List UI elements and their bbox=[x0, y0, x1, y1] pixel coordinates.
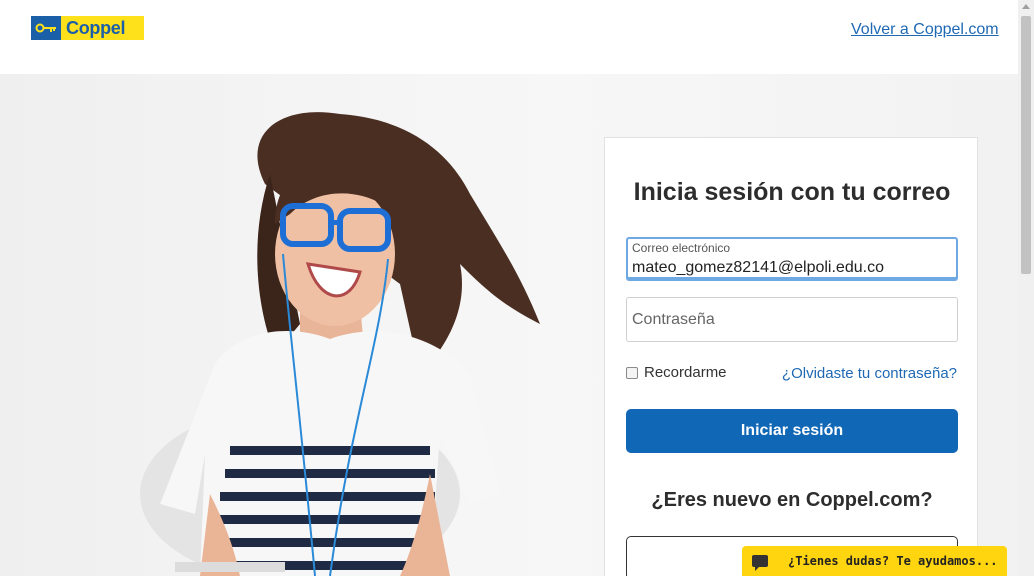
email-label: Correo electrónico bbox=[632, 241, 731, 255]
chat-label: ¿Tienes dudas? Te ayudamos... bbox=[788, 554, 998, 568]
remember-checkbox[interactable] bbox=[626, 366, 638, 379]
forgot-password-link[interactable]: ¿Olvidaste tu contraseña? bbox=[782, 365, 957, 382]
new-user-title: ¿Eres nuevo en Coppel.com? bbox=[651, 489, 933, 511]
chat-bubble-icon bbox=[742, 546, 778, 576]
login-card: Inicia sesión con tu correo Correo elect… bbox=[604, 137, 978, 576]
page-scrollbar[interactable] bbox=[1018, 0, 1034, 576]
back-to-coppel-link[interactable]: Volver a Coppel.com bbox=[851, 21, 999, 39]
scrollbar-thumb[interactable] bbox=[1021, 16, 1031, 274]
password-input[interactable] bbox=[632, 311, 952, 329]
email-input[interactable] bbox=[632, 259, 952, 277]
scroll-up-arrow-icon[interactable] bbox=[1022, 4, 1030, 9]
password-field[interactable] bbox=[626, 297, 958, 342]
key-icon bbox=[31, 16, 61, 40]
login-button[interactable]: Iniciar sesión bbox=[626, 409, 958, 453]
brand-name: Coppel bbox=[66, 17, 126, 38]
site-header: Coppel Volver a Coppel.com bbox=[0, 0, 1018, 74]
coppel-logo[interactable]: Coppel bbox=[31, 16, 144, 40]
hero-photo bbox=[140, 112, 540, 576]
remember-label: Recordarme bbox=[644, 364, 727, 381]
remember-me[interactable]: Recordarme bbox=[626, 364, 727, 381]
login-title: Inicia sesión con tu correo bbox=[633, 178, 951, 206]
email-field[interactable]: Correo electrónico bbox=[626, 237, 958, 281]
chat-widget[interactable]: ¿Tienes dudas? Te ayudamos... bbox=[742, 546, 1007, 576]
